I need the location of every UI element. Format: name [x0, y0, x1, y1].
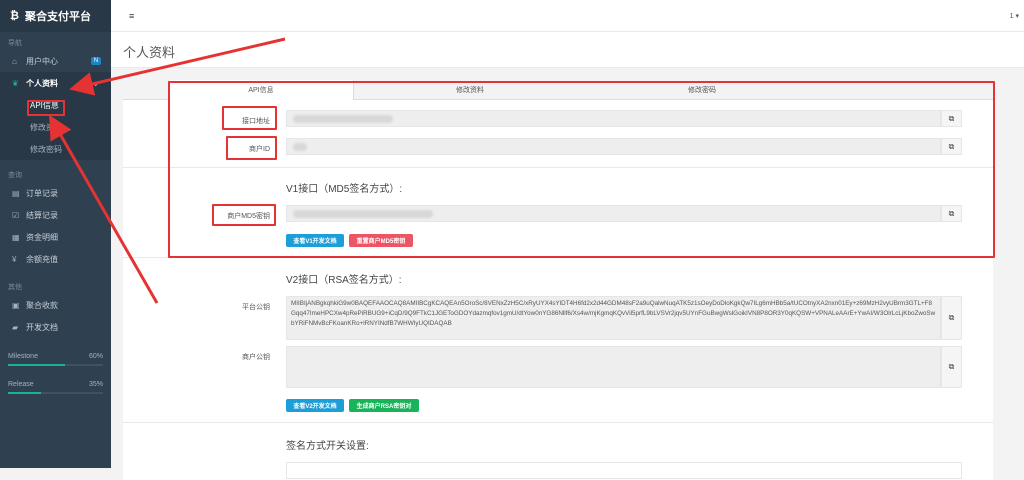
section-query-label: 查询: [8, 172, 22, 179]
annotation-box-md5-key: [212, 204, 276, 226]
sidebar-item-label: 资金明细: [26, 232, 58, 242]
sidebar-item-recharge[interactable]: ¥ 余额充值: [0, 248, 111, 270]
progress-fill: [8, 392, 42, 394]
book-icon: ▰: [12, 322, 19, 332]
sidebar-item-label: 个人资料: [26, 78, 58, 88]
page-heading: 个人资料: [111, 32, 1024, 68]
brand-name: 聚合支付平台: [24, 11, 91, 23]
copy-platform-pubkey-button[interactable]: ⧉: [941, 296, 962, 340]
sidebar-item-settlements[interactable]: ☑ 结算记录: [0, 204, 111, 226]
list-icon: ▤: [12, 188, 20, 198]
sidebar-item-dev-docs[interactable]: ▰ 开发文档: [0, 316, 111, 338]
yen-icon: ¥: [12, 254, 17, 264]
progress-fill: [8, 364, 65, 366]
home-icon: ⌂: [12, 56, 17, 66]
sign-switch-field[interactable]: [286, 462, 962, 479]
progress-value: 35%: [88, 381, 103, 388]
chevron-down-icon: ⌄: [92, 78, 99, 88]
generate-rsa-keypair-button[interactable]: 生成商户RSA密钥对: [349, 399, 419, 412]
check-square-icon: ☑: [12, 210, 20, 220]
merchant-pubkey-textarea[interactable]: [286, 346, 941, 388]
sidebar-item-label: 余额充值: [26, 254, 58, 264]
progress-label: Release: [8, 381, 34, 388]
top-navbar: ≡ 1 ▾: [111, 0, 1024, 32]
sidebar-item-label: 开发文档: [26, 322, 58, 332]
section-other-label: 其他: [8, 284, 22, 291]
qrcode-icon: ▣: [12, 300, 20, 310]
section-nav-label: 导航: [8, 40, 22, 47]
copy-merchant-pubkey-button[interactable]: ⧉: [941, 346, 962, 388]
copy-icon: ⧉: [948, 313, 955, 322]
new-badge: N: [91, 57, 101, 65]
annotation-box-api-panel: [168, 81, 995, 258]
sidebar-item-user-center[interactable]: ⌂ 用户中心 N: [0, 50, 111, 72]
platform-pubkey-label: 平台公钥: [242, 304, 270, 311]
annotation-box-api-info: [27, 100, 65, 116]
sidebar-item-label: 结算记录: [26, 210, 58, 220]
v2-section-title: V2接口（RSA签名方式）:: [286, 275, 402, 286]
menu-toggle-icon[interactable]: ≡: [129, 11, 134, 21]
copy-icon: ⧉: [948, 362, 955, 371]
annotation-box-endpoint: [222, 106, 277, 130]
progress-bar: [8, 364, 103, 366]
user-menu[interactable]: 1 ▾: [1010, 12, 1019, 20]
sign-switch-title: 签名方式开关设置:: [286, 441, 369, 452]
sidebar-item-profile[interactable]: ❦ 个人资料 ⌄: [0, 72, 111, 94]
divider: [123, 422, 993, 423]
sidebar: ₿ 聚合支付平台 导航 ⌂ 用户中心 N ❦ 个人资料 ⌄ API信息 修改资料…: [0, 0, 111, 468]
platform-pubkey-textarea[interactable]: MIIBIjANBgkqhkiG9w0BAQEFAAOCAQ8AMIIBCgKC…: [286, 296, 941, 340]
sidebar-item-label: 订单记录: [26, 188, 58, 198]
sidebar-item-label: 用户中心: [26, 56, 58, 66]
sidebar-item-funds[interactable]: ▦ 资金明细: [0, 226, 111, 248]
annotation-box-merchant-id: [226, 136, 277, 160]
bitcoin-logo-icon: ₿: [10, 10, 19, 22]
sidebar-item-change-password[interactable]: 修改密码: [0, 138, 111, 160]
view-v2-docs-button[interactable]: 查看V2开发文档: [286, 399, 344, 412]
sidebar-item-orders[interactable]: ▤ 订单记录: [0, 182, 111, 204]
sidebar-item-label: 聚合收款: [26, 300, 58, 310]
table-icon: ▦: [12, 232, 20, 242]
sidebar-item-edit-profile[interactable]: 修改资料: [0, 116, 111, 138]
sidebar-item-aggregate-collect[interactable]: ▣ 聚合收款: [0, 294, 111, 316]
progress-release: Release 35%: [0, 376, 111, 394]
progress-value: 60%: [88, 353, 103, 360]
leaf-icon: ❦: [12, 78, 19, 88]
progress-label: Milestone: [8, 353, 38, 360]
progress-bar: [8, 392, 103, 394]
progress-milestone: Milestone 60%: [0, 348, 111, 366]
merchant-pubkey-label: 商户公钥: [242, 354, 270, 361]
page-title: 个人资料: [123, 45, 176, 60]
brand[interactable]: ₿ 聚合支付平台: [0, 0, 111, 32]
